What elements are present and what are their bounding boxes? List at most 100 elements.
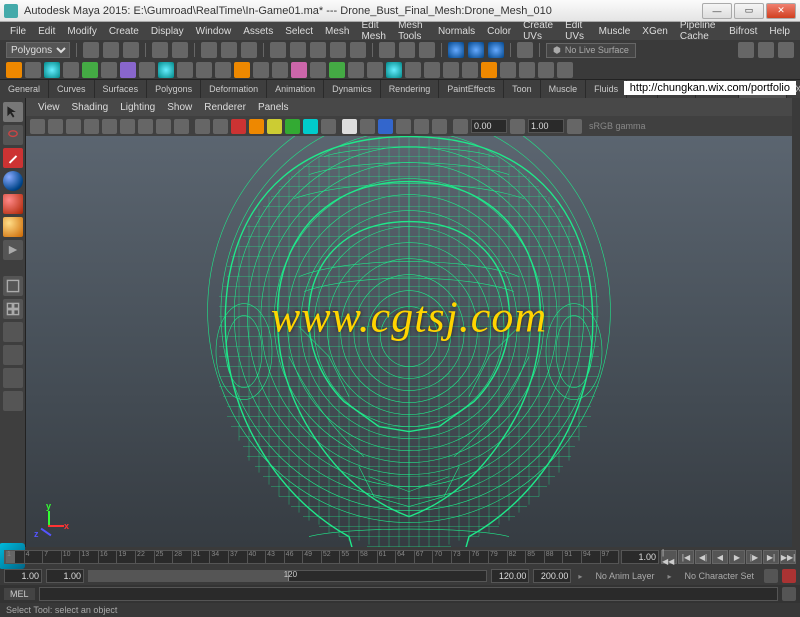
exposure-icon[interactable] [453, 119, 468, 134]
toggle-modeling-toolkit-icon[interactable] [517, 42, 533, 58]
shelf-icon-7[interactable] [120, 62, 136, 78]
script-lang-label[interactable]: MEL [4, 588, 35, 600]
step-back-frame-button[interactable]: ◀| [695, 550, 711, 564]
sidebar-toggle-2-icon[interactable] [758, 42, 774, 58]
output-ops-icon[interactable] [399, 42, 415, 58]
tab-dynamics[interactable]: Dynamics [324, 80, 381, 98]
maximize-button[interactable]: ▭ [734, 3, 764, 19]
image-plane-icon[interactable] [66, 119, 81, 134]
select-by-object-icon[interactable] [221, 42, 237, 58]
time-track[interactable]: 1471013161922252831343740434649525558616… [4, 550, 619, 564]
snap-point-icon[interactable] [310, 42, 326, 58]
panel-panels[interactable]: Panels [252, 102, 295, 113]
snap-grid-icon[interactable] [270, 42, 286, 58]
viewport[interactable]: y x z www.cgtsj.com [26, 136, 792, 547]
menu-select[interactable]: Select [279, 26, 319, 37]
menu-create-uvs[interactable]: Create UVs [517, 20, 559, 42]
minimize-button[interactable]: — [702, 3, 732, 19]
snap-plane-icon[interactable] [330, 42, 346, 58]
character-set-dropdown[interactable]: No Character Set [678, 571, 760, 581]
open-scene-icon[interactable] [103, 42, 119, 58]
exposure-field[interactable] [471, 119, 507, 133]
multisample-icon[interactable] [432, 119, 447, 134]
set-key-icon[interactable] [782, 569, 796, 583]
select-by-hierarchy-icon[interactable] [201, 42, 217, 58]
motion-blur-icon[interactable] [414, 119, 429, 134]
safe-action-icon[interactable] [156, 119, 171, 134]
select-by-component-icon[interactable] [241, 42, 257, 58]
shelf-icon-29[interactable] [538, 62, 554, 78]
gamma-field[interactable] [528, 119, 564, 133]
current-frame-field[interactable] [621, 550, 659, 564]
shelf-icon-2[interactable] [25, 62, 41, 78]
menu-pipeline-cache[interactable]: Pipeline Cache [674, 20, 723, 42]
tab-fluids[interactable]: Fluids [586, 80, 627, 98]
play-forward-button[interactable]: ▶ [729, 550, 745, 564]
sidebar-toggle-1-icon[interactable] [738, 42, 754, 58]
snap-curve-icon[interactable] [290, 42, 306, 58]
shelf-icon-17[interactable] [310, 62, 326, 78]
move-tool-icon[interactable] [3, 171, 23, 191]
rotate-tool-icon[interactable] [3, 194, 23, 214]
shelf-icon-13[interactable] [234, 62, 250, 78]
shelf-icon-16[interactable] [291, 62, 307, 78]
menu-edit-mesh[interactable]: Edit Mesh [355, 20, 392, 42]
select-tool-icon[interactable] [3, 102, 23, 122]
range-slider[interactable]: 120 [88, 570, 487, 582]
live-surface-field[interactable]: ⬢No Live Surface [546, 43, 636, 58]
step-forward-frame-button[interactable]: |▶ [746, 550, 762, 564]
shelf-icon-5[interactable] [82, 62, 98, 78]
shelf-icon-15[interactable] [272, 62, 288, 78]
outliner-layout-icon[interactable] [3, 391, 23, 411]
four-pane-layout-icon[interactable] [3, 299, 23, 319]
menu-bifrost[interactable]: Bifrost [723, 26, 763, 37]
xray-icon[interactable] [321, 119, 336, 134]
render-frame-icon[interactable] [448, 42, 464, 58]
wireframe-icon[interactable] [195, 119, 210, 134]
tab-toon[interactable]: Toon [504, 80, 541, 98]
use-default-material-icon[interactable] [303, 119, 318, 134]
new-scene-icon[interactable] [83, 42, 99, 58]
menu-mesh-tools[interactable]: Mesh Tools [392, 20, 432, 42]
menu-modify[interactable]: Modify [61, 26, 102, 37]
shelf-icon-8[interactable] [139, 62, 155, 78]
step-back-key-button[interactable]: |◀ [678, 550, 694, 564]
range-end-outer[interactable] [533, 569, 571, 583]
menu-xgen[interactable]: XGen [636, 26, 674, 37]
shelf-icon-25[interactable] [462, 62, 478, 78]
menu-color[interactable]: Color [481, 26, 517, 37]
shelf-icon-11[interactable] [196, 62, 212, 78]
isolate-select-icon[interactable] [342, 119, 357, 134]
save-scene-icon[interactable] [123, 42, 139, 58]
shelf-icon-4[interactable] [63, 62, 79, 78]
shelf-icon-19[interactable] [348, 62, 364, 78]
menu-edit[interactable]: Edit [32, 26, 61, 37]
construction-history-icon[interactable] [419, 42, 435, 58]
snap-live-icon[interactable] [350, 42, 366, 58]
command-input[interactable] [39, 587, 778, 601]
menu-create[interactable]: Create [103, 26, 145, 37]
tab-deformation[interactable]: Deformation [201, 80, 267, 98]
camera-select-icon[interactable] [30, 119, 45, 134]
textured-icon[interactable] [285, 119, 300, 134]
shelf-icon-23[interactable] [424, 62, 440, 78]
shelf-icon-21[interactable] [386, 62, 402, 78]
menu-normals[interactable]: Normals [432, 26, 481, 37]
tab-animation[interactable]: Animation [267, 80, 324, 98]
range-end-inner[interactable] [491, 569, 529, 583]
shelf-icon-1[interactable] [6, 62, 22, 78]
menu-muscle[interactable]: Muscle [593, 26, 637, 37]
menu-edit-uvs[interactable]: Edit UVs [559, 20, 593, 42]
tab-painteffects[interactable]: PaintEffects [439, 80, 504, 98]
shelf-icon-10[interactable] [177, 62, 193, 78]
shelf-icon-9[interactable] [158, 62, 174, 78]
three-pane-layout-icon[interactable] [3, 368, 23, 388]
range-start-inner[interactable] [46, 569, 84, 583]
shelf-icon-3[interactable] [44, 62, 60, 78]
tab-muscle[interactable]: Muscle [541, 80, 587, 98]
menu-window[interactable]: Window [190, 26, 238, 37]
shelf-icon-20[interactable] [367, 62, 383, 78]
redo-icon[interactable] [172, 42, 188, 58]
shadows-icon[interactable] [249, 119, 264, 134]
film-gate-icon[interactable] [84, 119, 99, 134]
